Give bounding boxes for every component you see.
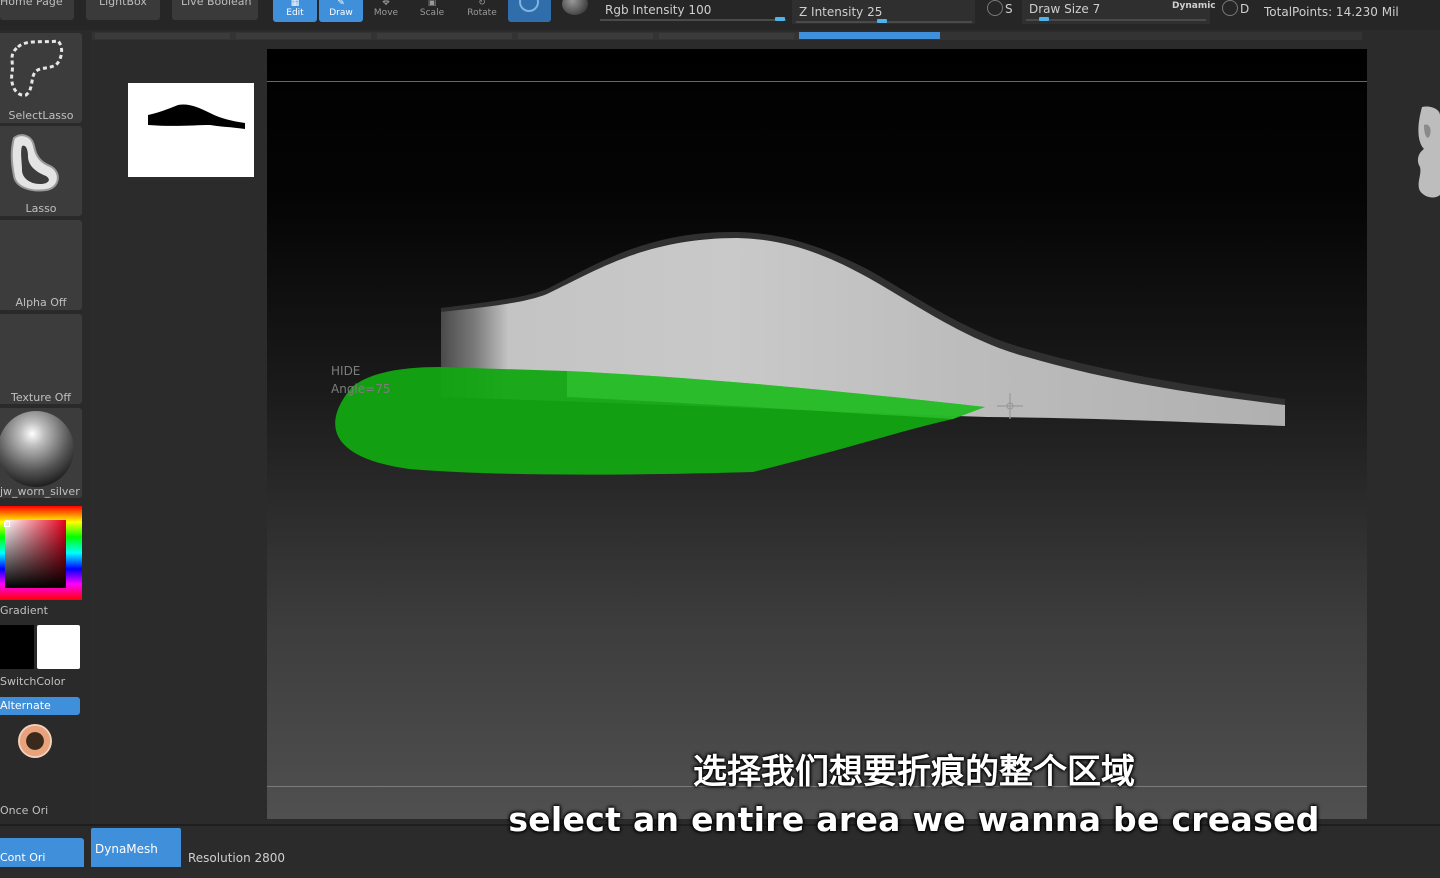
rgb-intensity-slider[interactable] [600,19,786,21]
selectlasso-icon [10,39,64,97]
move-icon: ✥ [382,0,390,8]
viewport-canvas[interactable]: HIDE Angle=75 [267,49,1367,819]
dynamic-label[interactable]: Dynamic [1172,1,1216,11]
edit-label: Edit [286,8,304,18]
mesh-silhouette-icon [148,104,245,129]
scale-label: Scale [419,8,445,18]
live-boolean-button[interactable]: Live Boolean [172,0,258,20]
scale-button[interactable]: ▣ Scale [410,0,454,22]
rotate-button[interactable]: ↻ Rotate [460,0,504,22]
move-label: Move [373,8,399,18]
hud-angle-label: Angle=75 [331,382,391,396]
color-picker-cursor[interactable] [4,521,10,527]
rgb-intensity-label: Rgb Intensity 100 [605,3,712,17]
move-button[interactable]: ✥ Move [364,0,408,22]
rotate-label: Rotate [467,8,497,18]
lasso-stroke-button[interactable]: Lasso [0,126,82,216]
lightbox-label: LightBox [99,0,147,8]
canvas-top-line [267,81,1367,82]
alternate-button[interactable]: Alternate [0,697,80,715]
draw-size-slider[interactable] [1026,19,1206,21]
hud-hide-label: HIDE [331,364,361,378]
draw-button[interactable]: ✎ Draw [319,0,363,22]
top-toolbar: Home Page LightBox Live Boolean ▦ Edit ✎… [0,0,1440,30]
total-points-readout: TotalPoints: 14.230 Mil [1264,5,1399,19]
draw-size-label: Draw Size 7 [1029,2,1101,16]
d-label: D [1240,2,1250,16]
draw-size-handle[interactable] [1039,17,1049,21]
navigation-head-icon[interactable] [1414,105,1440,200]
edit-icon: ▦ [290,0,300,8]
scale-icon: ▣ [427,0,437,8]
gradient-label[interactable]: Gradient [0,604,48,617]
selectlasso-brush-button[interactable]: SelectLasso [0,33,82,123]
tool-thumbnail[interactable] [128,83,254,177]
alpha-label: Alpha Off [15,296,67,309]
rotate-icon: ↻ [478,0,486,8]
home-page-button[interactable]: Home Page [0,0,74,20]
edit-button[interactable]: ▦ Edit [273,0,317,22]
stripe-segment [518,33,653,39]
lasso-label: Lasso [25,202,57,215]
s-circle-icon[interactable] [987,0,1003,16]
material-mode-button[interactable] [508,0,551,22]
home-page-label: Home Page [0,0,63,8]
d-circle-icon[interactable] [1222,0,1238,16]
material-sphere-icon [0,411,74,487]
lasso-icon [10,134,59,192]
stripe-segment [659,33,794,39]
draw-size-control[interactable]: Draw Size 7 Dynamic [1022,0,1216,24]
cont-ori-button[interactable]: Cont Ori [0,838,84,867]
sphere-icon [519,0,539,12]
resolution-slider[interactable]: Resolution 2800 [188,851,285,865]
switchcolor-button[interactable]: SwitchColor [0,675,65,688]
draw-icon: ✎ [337,0,345,8]
lightbox-button[interactable]: LightBox [86,0,160,20]
material-button[interactable]: jw_worn_silver [0,408,82,498]
z-intensity-active-bar [799,32,940,39]
selectlasso-label: SelectLasso [8,109,74,122]
draw-label: Draw [329,8,353,18]
s-label: S [1005,2,1013,16]
subtitle-english: select an entire area we wanna be crease… [508,800,1320,839]
main-color-swatch[interactable] [0,625,34,669]
stripe-segment [95,33,230,39]
brush-sphere-icon[interactable] [562,0,588,15]
color-saturation-square[interactable] [5,520,66,588]
material-label: jw_worn_silver [0,485,80,498]
stripe-segment [236,33,371,39]
z-intensity-label: Z Intensity 25 [799,5,883,19]
scene-mesh[interactable] [267,49,1367,819]
z-intensity-handle[interactable] [877,19,887,23]
z-intensity-control[interactable]: Z Intensity 25 [792,0,975,24]
alpha-button[interactable]: Alpha Off [0,220,82,310]
texture-button[interactable]: Texture Off [0,314,82,404]
stripe-segment [377,33,512,39]
live-boolean-label: Live Boolean [181,0,252,8]
color-picker[interactable] [0,506,82,600]
rgb-intensity-handle[interactable] [775,17,785,21]
texture-label: Texture Off [10,391,71,404]
subtitle-chinese: 选择我们想要折痕的整个区域 [693,752,1135,792]
secondary-color-swatch[interactable] [37,625,80,669]
